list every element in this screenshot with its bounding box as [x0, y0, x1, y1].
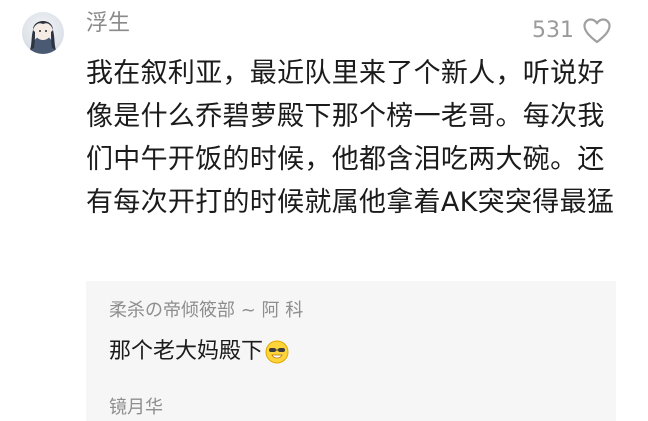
replies-panel[interactable]: 柔杀の帝倾筱部 ~ 阿 科 那个老大妈殿下 镜月华	[86, 281, 616, 421]
reply-author[interactable]: 柔杀の帝倾筱部 ~ 阿 科	[109, 298, 303, 324]
reply-author[interactable]: 镜月华	[109, 395, 163, 421]
heart-outline-icon[interactable]	[582, 17, 612, 45]
reply-text: 那个老大妈殿下	[109, 336, 289, 368]
reply-text-content: 那个老大妈殿下	[109, 339, 264, 364]
anime-character-avatar-icon	[30, 20, 56, 54]
comment-author[interactable]: 浮生	[86, 9, 130, 39]
like-control[interactable]: 531	[532, 17, 612, 45]
comment-text: 我在叙利亚，最近队里来了个新人，听说好像是什么乔碧萝殿下那个榜一老哥。每次我们中…	[86, 58, 615, 218]
like-count: 531	[532, 18, 574, 43]
grinning-sunglasses-emoji-icon	[265, 340, 289, 364]
avatar[interactable]	[22, 12, 64, 54]
